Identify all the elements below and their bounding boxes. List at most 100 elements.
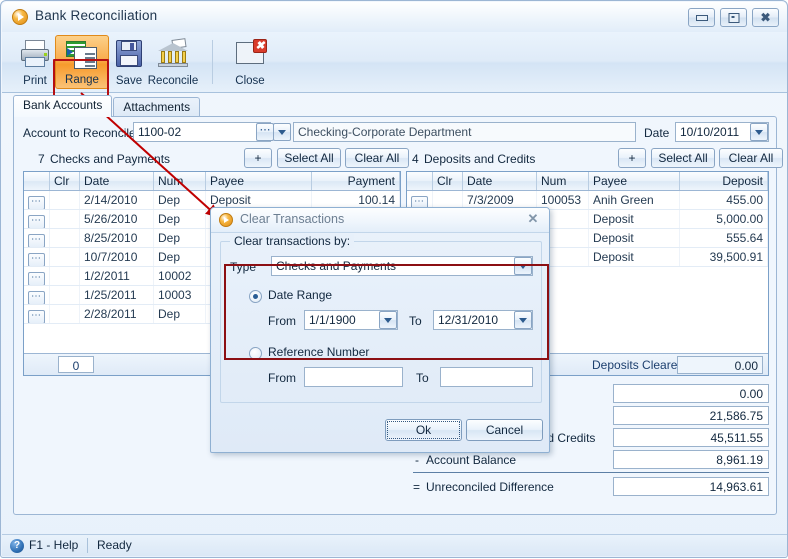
cell-clr[interactable]: [50, 210, 80, 228]
summary-value-2[interactable]: 45,511.55: [613, 428, 769, 447]
minimize-button[interactable]: [688, 8, 715, 27]
account-dropdown-button[interactable]: [273, 123, 291, 141]
toolbar-button-print[interactable]: Print: [8, 35, 62, 89]
date-from-dropdown-button[interactable]: [379, 311, 397, 329]
account-description-field[interactable]: Checking-Corporate Department: [293, 122, 636, 142]
deposits-heading: Deposits and Credits: [424, 152, 536, 166]
col-header-date[interactable]: Date: [463, 172, 537, 190]
row-menu-button[interactable]: ⋯: [24, 210, 50, 228]
col-header-num[interactable]: Num: [537, 172, 589, 190]
cell-num: Dep: [154, 229, 206, 247]
cell-clr[interactable]: [50, 267, 80, 285]
status-divider: [87, 538, 88, 553]
row-menu-button[interactable]: ⋯: [24, 286, 50, 304]
checks-add-button[interactable]: +: [244, 148, 272, 168]
checks-select-all-button[interactable]: Select All: [277, 148, 341, 168]
toolbar-button-reconcile[interactable]: Reconcile: [142, 35, 204, 89]
row-menu-button[interactable]: ⋯: [24, 305, 50, 323]
toolbar-label-print: Print: [23, 75, 47, 87]
close-button[interactable]: ✖: [752, 8, 779, 27]
checks-heading: Checks and Payments: [50, 152, 171, 166]
date-range-radio[interactable]: [249, 290, 262, 303]
col-header-deposit[interactable]: Deposit: [680, 172, 768, 190]
cell-deposit: 39,500.91: [680, 248, 768, 266]
ref-from-input[interactable]: [304, 367, 403, 387]
cell-date: 2/14/2010: [80, 191, 154, 209]
ellipsis-icon: ⋯: [28, 272, 45, 285]
account-ellipsis-button[interactable]: ⋯: [256, 123, 274, 141]
cell-num: 10002: [154, 267, 206, 285]
close-window-icon: ✖: [233, 38, 267, 70]
deposits-cleared-value[interactable]: 0.00: [677, 356, 763, 374]
type-select[interactable]: Checks and Payments: [271, 256, 533, 276]
col-header-payee[interactable]: Payee: [206, 172, 312, 190]
deposits-select-all-button[interactable]: Select All: [651, 148, 715, 168]
main-toolbar: Print Range Save Reconcile ✖ Close: [2, 32, 787, 123]
summary-value-1[interactable]: 21,586.75: [613, 406, 769, 425]
col-header-payment[interactable]: Payment: [312, 172, 400, 190]
date-to-label: To: [409, 314, 422, 328]
summary-label-3: Account Balance: [426, 453, 517, 467]
col-header-payee[interactable]: Payee: [589, 172, 680, 190]
cell-date: 1/25/2011: [80, 286, 154, 304]
cell-deposit: 455.00: [680, 191, 768, 209]
summary-op-3: -: [415, 453, 419, 467]
reconcile-date-dropdown-button[interactable]: [750, 123, 768, 141]
row-menu-button[interactable]: ⋯: [24, 267, 50, 285]
cell-num: Dep: [154, 248, 206, 266]
date-to-dropdown-button[interactable]: [514, 311, 532, 329]
cell-payee: Deposit: [589, 210, 680, 228]
ok-button[interactable]: Ok: [385, 419, 462, 441]
col-header-select[interactable]: [407, 172, 433, 190]
col-header-num[interactable]: Num: [154, 172, 206, 190]
ref-from-label: From: [268, 371, 296, 385]
checks-clear-all-button[interactable]: Clear All: [345, 148, 409, 168]
cell-clr[interactable]: [50, 248, 80, 266]
status-state-label: Ready: [97, 538, 132, 552]
col-header-select[interactable]: [24, 172, 50, 190]
deposits-add-button[interactable]: +: [618, 148, 646, 168]
help-label[interactable]: F1 - Help: [29, 538, 78, 552]
checks-cleared-count[interactable]: 0: [58, 356, 94, 373]
deposits-clear-all-button[interactable]: Clear All: [719, 148, 783, 168]
reference-number-radio[interactable]: [249, 347, 262, 360]
clear-transactions-dialog: Clear Transactions ✕ Clear transactions …: [210, 207, 550, 453]
summary-value-4[interactable]: 14,963.61: [613, 477, 769, 496]
col-header-clr[interactable]: Clr: [50, 172, 80, 190]
cell-num: Dep: [154, 305, 206, 323]
cell-num: Dep: [154, 210, 206, 228]
cell-clr[interactable]: [50, 229, 80, 247]
dialog-orange-play-icon: [219, 213, 233, 227]
toolbar-label-reconcile: Reconcile: [147, 75, 199, 87]
status-bar: ? F1 - Help Ready: [2, 534, 787, 556]
summary-value-0[interactable]: 0.00: [613, 384, 769, 403]
row-menu-button[interactable]: ⋯: [24, 229, 50, 247]
dialog-title: Clear Transactions: [240, 212, 345, 226]
dialog-titlebar: Clear Transactions ✕: [211, 208, 549, 233]
cell-clr[interactable]: [50, 305, 80, 323]
toolbar-label-range: Range: [65, 74, 99, 86]
toolbar-button-range[interactable]: Range: [55, 35, 109, 89]
cell-clr[interactable]: [50, 286, 80, 304]
summary-value-3[interactable]: 8,961.19: [613, 450, 769, 469]
col-header-clr[interactable]: Clr: [433, 172, 463, 190]
toolbar-button-close[interactable]: ✖ Close: [223, 35, 277, 89]
cell-deposit: 555.64: [680, 229, 768, 247]
window-title: Bank Reconciliation: [35, 8, 158, 23]
deposits-grid-header: Clr Date Num Payee Deposit: [407, 172, 768, 191]
row-menu-button[interactable]: ⋯: [24, 191, 50, 209]
ref-to-input[interactable]: [440, 367, 533, 387]
col-header-date[interactable]: Date: [80, 172, 154, 190]
tab-bank-accounts[interactable]: Bank Accounts: [13, 95, 113, 117]
maximize-button[interactable]: [720, 8, 747, 27]
cell-clr[interactable]: [50, 191, 80, 209]
type-dropdown-button[interactable]: [514, 257, 532, 275]
cell-payee: Anih Green: [589, 191, 680, 209]
row-menu-button[interactable]: ⋯: [24, 248, 50, 266]
date-from-label: From: [268, 314, 296, 328]
account-number-input[interactable]: 1100-02: [133, 122, 271, 142]
type-label: Type: [230, 260, 257, 274]
cancel-button[interactable]: Cancel: [466, 419, 543, 441]
tab-attachments[interactable]: Attachments: [113, 97, 201, 117]
dialog-close-button[interactable]: ✕: [526, 212, 540, 226]
